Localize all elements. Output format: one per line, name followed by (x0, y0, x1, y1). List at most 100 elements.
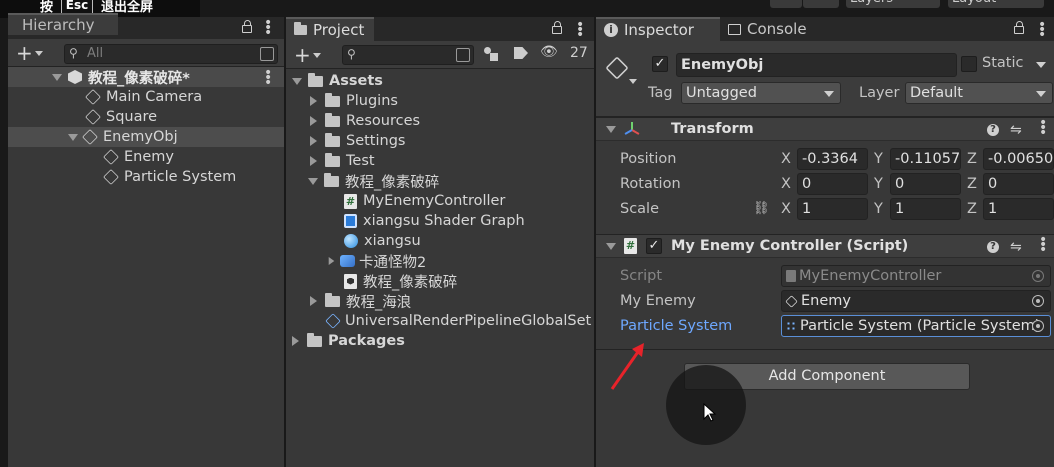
create-dropdown-arrow-icon[interactable] (35, 51, 43, 56)
help-icon[interactable]: ? (987, 241, 999, 253)
rotation-x-field[interactable]: 0 (797, 173, 868, 195)
my-enemy-field[interactable]: Enemy (781, 290, 1051, 312)
tab-hierarchy[interactable]: Hierarchy (8, 13, 118, 35)
position-y-field[interactable]: -0.11057 (890, 148, 961, 170)
tree-item-scene[interactable]: 教程_像素破碎* (52, 67, 190, 87)
position-x-field[interactable]: -0.3364 (797, 148, 868, 170)
tree-item-particle-system[interactable]: Particle System (103, 167, 236, 187)
hidden-packages-icon[interactable]: 👁 (540, 44, 558, 60)
lock-icon[interactable] (1014, 21, 1024, 34)
hierarchy-search-input[interactable]: ⚲ All (64, 44, 278, 64)
position-y-axis[interactable]: Y (874, 151, 883, 167)
tree-item-settings[interactable]: Settings (310, 131, 405, 151)
create-plus-icon[interactable]: + (16, 41, 33, 65)
tab-project[interactable]: Project (286, 17, 374, 41)
collapse-arrow-icon[interactable] (310, 156, 317, 166)
icon-dropdown-arrow-icon[interactable] (629, 79, 637, 84)
more-options-icon[interactable]: • • • (264, 16, 272, 40)
collapse-arrow-icon[interactable] (328, 257, 335, 265)
collapse-arrow-icon[interactable] (310, 136, 317, 146)
tree-item-enemy[interactable]: Enemy (103, 147, 174, 167)
tree-item-plugins[interactable]: Plugins (310, 91, 398, 111)
tree-item-urp-global-settings[interactable]: UniversalRenderPipelineGlobalSet (325, 311, 591, 331)
tree-item-main-camera[interactable]: Main Camera (85, 87, 202, 107)
presets-icon[interactable]: ⇋ (1010, 239, 1022, 255)
collapse-arrow-icon[interactable] (310, 116, 317, 126)
scale-x-axis[interactable]: X (781, 201, 791, 217)
position-x-axis[interactable]: X (781, 151, 791, 167)
layer-dropdown[interactable]: Default (905, 82, 1053, 104)
scale-z-axis[interactable]: Z (967, 201, 977, 217)
layers-dropdown[interactable]: Layers (846, 0, 940, 8)
position-z-field[interactable]: -0.00650 (983, 148, 1054, 170)
component-menu-icon[interactable]: • • • (1039, 116, 1047, 140)
search-filter-icon[interactable] (260, 47, 274, 61)
project-search-input[interactable]: ⚲ (342, 45, 474, 65)
search-filter-icon[interactable] (456, 48, 470, 62)
project-tab-label: Project (313, 21, 365, 39)
collapse-arrow-icon[interactable] (292, 336, 299, 346)
layout-dropdown[interactable]: Layout (948, 0, 1044, 8)
expand-arrow-icon[interactable] (68, 133, 78, 141)
tab-inspector[interactable]: i Inspector (596, 17, 720, 41)
expand-arrow-icon[interactable] (52, 73, 62, 81)
more-options-icon[interactable]: • • • (1038, 18, 1046, 42)
help-icon[interactable]: ? (987, 124, 999, 136)
history-button[interactable] (770, 0, 802, 8)
component-menu-icon[interactable]: • • • (1039, 233, 1047, 257)
particle-system-field[interactable]: Particle System (Particle System) (781, 315, 1051, 337)
tree-item-material[interactable]: xiangsu (344, 231, 421, 251)
script-component-header[interactable]: # ✓ My Enemy Controller (Script) ? ⇋ • • • (596, 233, 1054, 258)
tree-item-myenemycontroller[interactable]: # MyEnemyController (344, 191, 505, 211)
tree-item-cartoon-monster[interactable]: 卡通怪物2 (328, 251, 426, 271)
tree-item-test[interactable]: Test (310, 151, 375, 171)
lock-icon[interactable] (242, 20, 252, 33)
tree-item-assets[interactable]: Assets (292, 71, 383, 91)
static-dropdown-arrow-icon[interactable] (1036, 62, 1046, 68)
lock-icon[interactable] (552, 21, 562, 34)
tab-console[interactable]: Console (720, 17, 830, 41)
tag-dropdown[interactable]: Untagged (681, 82, 841, 104)
gameobject-icon (85, 89, 101, 105)
more-options-icon[interactable]: • • • (576, 18, 584, 42)
position-z-axis[interactable]: Z (967, 151, 977, 167)
tree-item-scene-asset[interactable]: 教程_像素破碎 (344, 271, 457, 291)
expand-arrow-icon[interactable] (308, 177, 318, 185)
foldout-arrow-icon[interactable] (606, 243, 616, 250)
transform-header[interactable]: Transform ? ⇋ • • • (596, 116, 1054, 141)
active-checkbox[interactable]: ✓ (652, 56, 668, 72)
object-name-input[interactable]: EnemyObj (676, 53, 957, 77)
collapse-arrow-icon[interactable] (310, 96, 317, 106)
object-picker-icon[interactable] (1032, 320, 1044, 332)
tree-item-packages[interactable]: Packages (292, 331, 405, 351)
tree-item-square[interactable]: Square (85, 107, 157, 127)
tree-item-resources[interactable]: Resources (310, 111, 420, 131)
create-plus-icon[interactable]: + (294, 43, 311, 67)
presets-icon[interactable]: ⇋ (1010, 122, 1022, 138)
static-checkbox[interactable] (961, 56, 977, 72)
scale-y-axis[interactable]: Y (874, 201, 883, 217)
unlink-scale-icon[interactable]: ⛓ (753, 201, 770, 216)
scene-menu-icon[interactable]: ••• (264, 66, 272, 90)
create-dropdown-arrow-icon[interactable] (313, 53, 321, 58)
rotation-y-axis[interactable]: Y (874, 176, 883, 192)
expand-arrow-icon[interactable] (292, 77, 302, 85)
tree-item-pixel-folder[interactable]: 教程_像素破碎 (308, 171, 439, 191)
scale-y-field[interactable]: 1 (890, 198, 961, 220)
search-scene-button[interactable] (803, 0, 839, 8)
scale-z-field[interactable]: 1 (983, 198, 1054, 220)
rotation-z-field[interactable]: 0 (983, 173, 1054, 195)
rotation-y-field[interactable]: 0 (890, 173, 961, 195)
filter-by-label-icon[interactable] (514, 47, 528, 59)
tree-item-enemyobj[interactable]: EnemyObj (68, 127, 178, 147)
script-enabled-checkbox[interactable]: ✓ (646, 238, 662, 254)
tree-item-wave-folder[interactable]: 教程_海浪 (310, 291, 411, 311)
foldout-arrow-icon[interactable] (606, 126, 616, 133)
tree-item-shader-graph[interactable]: xiangsu Shader Graph (344, 211, 525, 231)
rotation-z-axis[interactable]: Z (967, 176, 977, 192)
scale-x-field[interactable]: 1 (797, 198, 868, 220)
object-picker-icon[interactable] (1032, 295, 1044, 307)
collapse-arrow-icon[interactable] (310, 296, 317, 306)
rotation-x-axis[interactable]: X (781, 176, 791, 192)
filter-by-type-icon[interactable] (484, 47, 498, 61)
